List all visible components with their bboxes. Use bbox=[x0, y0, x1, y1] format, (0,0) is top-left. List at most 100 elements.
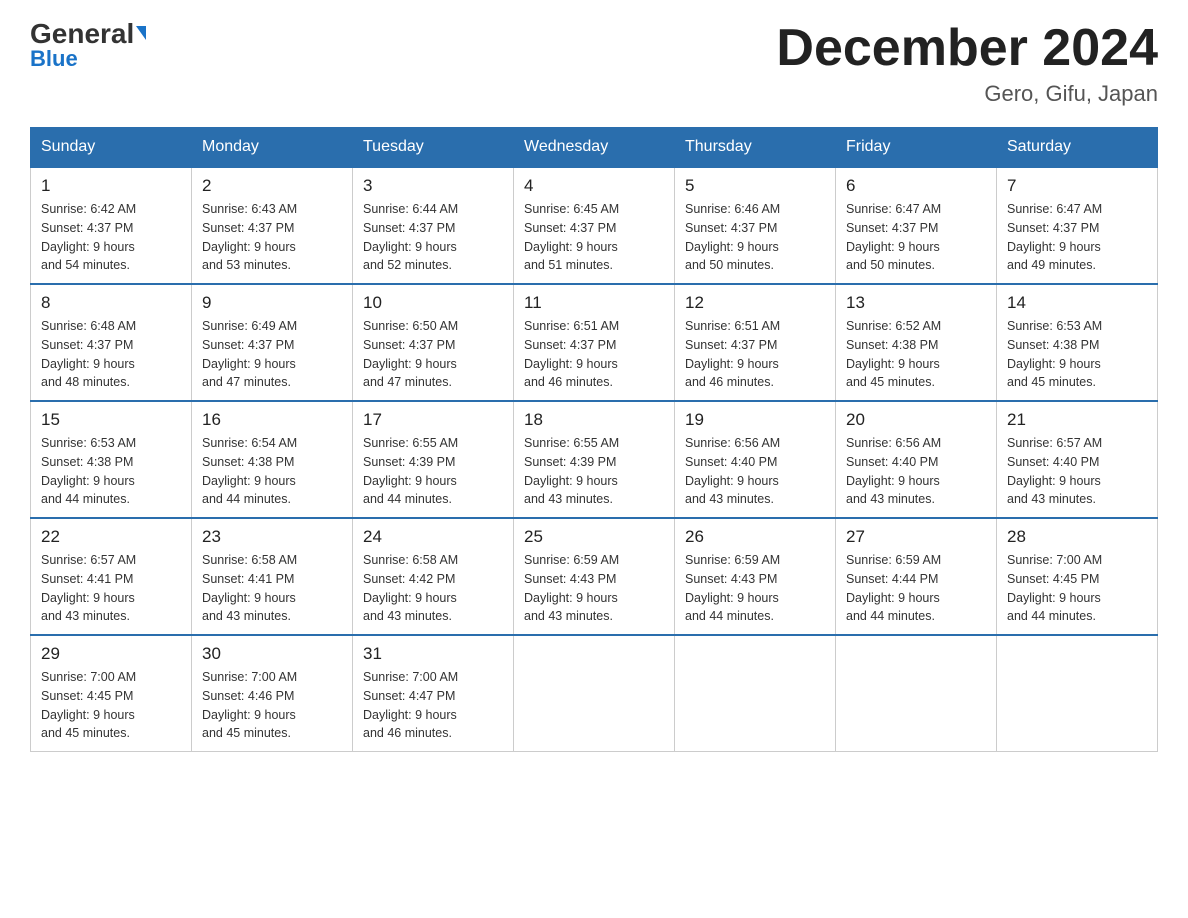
day-info: Sunrise: 6:42 AM Sunset: 4:37 PM Dayligh… bbox=[41, 200, 181, 275]
day-info: Sunrise: 6:49 AM Sunset: 4:37 PM Dayligh… bbox=[202, 317, 342, 392]
calendar-week-3: 15 Sunrise: 6:53 AM Sunset: 4:38 PM Dayl… bbox=[31, 401, 1158, 518]
logo: General Blue bbox=[30, 20, 146, 72]
calendar-cell: 2 Sunrise: 6:43 AM Sunset: 4:37 PM Dayli… bbox=[192, 167, 353, 284]
day-number: 20 bbox=[846, 410, 986, 430]
calendar-week-2: 8 Sunrise: 6:48 AM Sunset: 4:37 PM Dayli… bbox=[31, 284, 1158, 401]
header-wednesday: Wednesday bbox=[514, 128, 675, 168]
header-thursday: Thursday bbox=[675, 128, 836, 168]
day-number: 13 bbox=[846, 293, 986, 313]
day-info: Sunrise: 6:56 AM Sunset: 4:40 PM Dayligh… bbox=[846, 434, 986, 509]
day-number: 30 bbox=[202, 644, 342, 664]
calendar-week-1: 1 Sunrise: 6:42 AM Sunset: 4:37 PM Dayli… bbox=[31, 167, 1158, 284]
calendar-cell: 27 Sunrise: 6:59 AM Sunset: 4:44 PM Dayl… bbox=[836, 518, 997, 635]
day-info: Sunrise: 6:53 AM Sunset: 4:38 PM Dayligh… bbox=[1007, 317, 1147, 392]
day-info: Sunrise: 6:57 AM Sunset: 4:41 PM Dayligh… bbox=[41, 551, 181, 626]
day-number: 12 bbox=[685, 293, 825, 313]
calendar-week-4: 22 Sunrise: 6:57 AM Sunset: 4:41 PM Dayl… bbox=[31, 518, 1158, 635]
calendar-cell: 10 Sunrise: 6:50 AM Sunset: 4:37 PM Dayl… bbox=[353, 284, 514, 401]
day-info: Sunrise: 7:00 AM Sunset: 4:46 PM Dayligh… bbox=[202, 668, 342, 743]
calendar-cell: 11 Sunrise: 6:51 AM Sunset: 4:37 PM Dayl… bbox=[514, 284, 675, 401]
logo-triangle-icon bbox=[136, 26, 146, 40]
calendar-cell: 9 Sunrise: 6:49 AM Sunset: 4:37 PM Dayli… bbox=[192, 284, 353, 401]
day-info: Sunrise: 6:58 AM Sunset: 4:41 PM Dayligh… bbox=[202, 551, 342, 626]
month-title: December 2024 bbox=[776, 20, 1158, 77]
day-number: 7 bbox=[1007, 176, 1147, 196]
day-info: Sunrise: 6:56 AM Sunset: 4:40 PM Dayligh… bbox=[685, 434, 825, 509]
day-number: 4 bbox=[524, 176, 664, 196]
day-info: Sunrise: 6:47 AM Sunset: 4:37 PM Dayligh… bbox=[1007, 200, 1147, 275]
calendar-cell: 12 Sunrise: 6:51 AM Sunset: 4:37 PM Dayl… bbox=[675, 284, 836, 401]
calendar-cell: 15 Sunrise: 6:53 AM Sunset: 4:38 PM Dayl… bbox=[31, 401, 192, 518]
day-number: 14 bbox=[1007, 293, 1147, 313]
header-saturday: Saturday bbox=[997, 128, 1158, 168]
day-info: Sunrise: 7:00 AM Sunset: 4:47 PM Dayligh… bbox=[363, 668, 503, 743]
day-number: 8 bbox=[41, 293, 181, 313]
day-number: 10 bbox=[363, 293, 503, 313]
calendar-cell: 31 Sunrise: 7:00 AM Sunset: 4:47 PM Dayl… bbox=[353, 635, 514, 752]
calendar-cell: 29 Sunrise: 7:00 AM Sunset: 4:45 PM Dayl… bbox=[31, 635, 192, 752]
day-info: Sunrise: 6:51 AM Sunset: 4:37 PM Dayligh… bbox=[685, 317, 825, 392]
day-number: 27 bbox=[846, 527, 986, 547]
day-number: 11 bbox=[524, 293, 664, 313]
day-number: 23 bbox=[202, 527, 342, 547]
day-info: Sunrise: 6:59 AM Sunset: 4:43 PM Dayligh… bbox=[685, 551, 825, 626]
calendar-cell: 20 Sunrise: 6:56 AM Sunset: 4:40 PM Dayl… bbox=[836, 401, 997, 518]
header-monday: Monday bbox=[192, 128, 353, 168]
day-info: Sunrise: 6:55 AM Sunset: 4:39 PM Dayligh… bbox=[524, 434, 664, 509]
day-info: Sunrise: 6:59 AM Sunset: 4:43 PM Dayligh… bbox=[524, 551, 664, 626]
calendar-cell: 14 Sunrise: 6:53 AM Sunset: 4:38 PM Dayl… bbox=[997, 284, 1158, 401]
day-number: 16 bbox=[202, 410, 342, 430]
calendar-cell bbox=[836, 635, 997, 752]
day-info: Sunrise: 6:43 AM Sunset: 4:37 PM Dayligh… bbox=[202, 200, 342, 275]
calendar-cell: 1 Sunrise: 6:42 AM Sunset: 4:37 PM Dayli… bbox=[31, 167, 192, 284]
day-number: 15 bbox=[41, 410, 181, 430]
page-header: General Blue December 2024 Gero, Gifu, J… bbox=[30, 20, 1158, 107]
day-number: 22 bbox=[41, 527, 181, 547]
logo-top-line: General bbox=[30, 20, 146, 48]
day-info: Sunrise: 6:48 AM Sunset: 4:37 PM Dayligh… bbox=[41, 317, 181, 392]
calendar-cell bbox=[675, 635, 836, 752]
calendar-cell: 8 Sunrise: 6:48 AM Sunset: 4:37 PM Dayli… bbox=[31, 284, 192, 401]
calendar-cell: 19 Sunrise: 6:56 AM Sunset: 4:40 PM Dayl… bbox=[675, 401, 836, 518]
calendar-cell: 25 Sunrise: 6:59 AM Sunset: 4:43 PM Dayl… bbox=[514, 518, 675, 635]
day-info: Sunrise: 6:50 AM Sunset: 4:37 PM Dayligh… bbox=[363, 317, 503, 392]
day-number: 9 bbox=[202, 293, 342, 313]
calendar-cell: 30 Sunrise: 7:00 AM Sunset: 4:46 PM Dayl… bbox=[192, 635, 353, 752]
calendar-cell bbox=[514, 635, 675, 752]
calendar-cell: 3 Sunrise: 6:44 AM Sunset: 4:37 PM Dayli… bbox=[353, 167, 514, 284]
calendar-cell: 22 Sunrise: 6:57 AM Sunset: 4:41 PM Dayl… bbox=[31, 518, 192, 635]
calendar-cell: 17 Sunrise: 6:55 AM Sunset: 4:39 PM Dayl… bbox=[353, 401, 514, 518]
calendar-cell: 7 Sunrise: 6:47 AM Sunset: 4:37 PM Dayli… bbox=[997, 167, 1158, 284]
header-friday: Friday bbox=[836, 128, 997, 168]
header-sunday: Sunday bbox=[31, 128, 192, 168]
calendar-cell: 5 Sunrise: 6:46 AM Sunset: 4:37 PM Dayli… bbox=[675, 167, 836, 284]
day-number: 26 bbox=[685, 527, 825, 547]
day-number: 1 bbox=[41, 176, 181, 196]
day-number: 31 bbox=[363, 644, 503, 664]
calendar-cell: 6 Sunrise: 6:47 AM Sunset: 4:37 PM Dayli… bbox=[836, 167, 997, 284]
day-info: Sunrise: 6:44 AM Sunset: 4:37 PM Dayligh… bbox=[363, 200, 503, 275]
day-info: Sunrise: 7:00 AM Sunset: 4:45 PM Dayligh… bbox=[1007, 551, 1147, 626]
day-info: Sunrise: 6:55 AM Sunset: 4:39 PM Dayligh… bbox=[363, 434, 503, 509]
calendar-cell: 23 Sunrise: 6:58 AM Sunset: 4:41 PM Dayl… bbox=[192, 518, 353, 635]
day-number: 28 bbox=[1007, 527, 1147, 547]
calendar-cell: 24 Sunrise: 6:58 AM Sunset: 4:42 PM Dayl… bbox=[353, 518, 514, 635]
day-number: 29 bbox=[41, 644, 181, 664]
calendar-cell bbox=[997, 635, 1158, 752]
calendar-cell: 28 Sunrise: 7:00 AM Sunset: 4:45 PM Dayl… bbox=[997, 518, 1158, 635]
day-info: Sunrise: 6:57 AM Sunset: 4:40 PM Dayligh… bbox=[1007, 434, 1147, 509]
day-info: Sunrise: 6:58 AM Sunset: 4:42 PM Dayligh… bbox=[363, 551, 503, 626]
day-info: Sunrise: 6:54 AM Sunset: 4:38 PM Dayligh… bbox=[202, 434, 342, 509]
logo-blue-text: Blue bbox=[30, 46, 78, 72]
day-info: Sunrise: 6:46 AM Sunset: 4:37 PM Dayligh… bbox=[685, 200, 825, 275]
calendar-week-5: 29 Sunrise: 7:00 AM Sunset: 4:45 PM Dayl… bbox=[31, 635, 1158, 752]
day-info: Sunrise: 6:51 AM Sunset: 4:37 PM Dayligh… bbox=[524, 317, 664, 392]
day-number: 5 bbox=[685, 176, 825, 196]
calendar-table: SundayMondayTuesdayWednesdayThursdayFrid… bbox=[30, 127, 1158, 752]
day-info: Sunrise: 6:53 AM Sunset: 4:38 PM Dayligh… bbox=[41, 434, 181, 509]
calendar-cell: 4 Sunrise: 6:45 AM Sunset: 4:37 PM Dayli… bbox=[514, 167, 675, 284]
day-number: 25 bbox=[524, 527, 664, 547]
day-number: 2 bbox=[202, 176, 342, 196]
day-number: 18 bbox=[524, 410, 664, 430]
calendar-cell: 16 Sunrise: 6:54 AM Sunset: 4:38 PM Dayl… bbox=[192, 401, 353, 518]
